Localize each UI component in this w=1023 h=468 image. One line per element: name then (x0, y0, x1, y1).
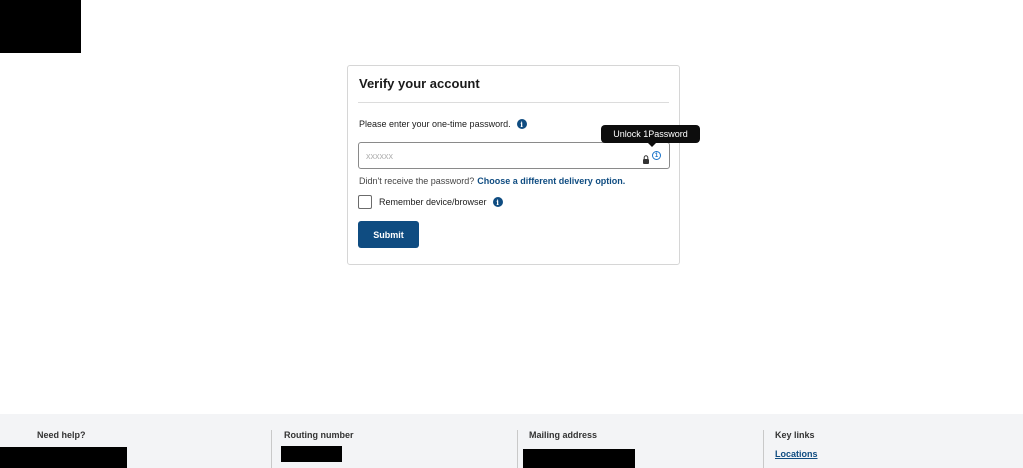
otp-prompt-text: Please enter your one-time password. (359, 119, 511, 129)
unlock-1password-tooltip: Unlock 1Password (601, 125, 700, 147)
verify-account-card: Verify your account Please enter your on… (347, 65, 680, 265)
footer-divider (517, 430, 518, 468)
redacted-routing-number (281, 446, 342, 462)
otp-prompt: Please enter your one-time password. i (359, 119, 527, 129)
resend-text: Didn't receive the password? (359, 176, 475, 186)
page: Verify your account Please enter your on… (0, 0, 1023, 468)
card-title: Verify your account (359, 76, 480, 91)
redacted-phone (0, 447, 127, 468)
footer: Need help? Routing number Mailing addres… (0, 414, 1023, 468)
info-icon[interactable]: i (492, 197, 503, 207)
footer-heading-key-links: Key links (775, 430, 815, 440)
footer-heading-routing: Routing number (284, 430, 354, 440)
redacted-logo (0, 0, 81, 53)
redacted-mailing-address (523, 449, 635, 468)
card-divider (358, 102, 669, 103)
footer-heading-mailing: Mailing address (529, 430, 598, 440)
footer-heading-need-help: Need help? (37, 430, 86, 440)
otp-field: 1 (358, 142, 670, 169)
resend-row: Didn't receive the password? Choose a dif… (359, 176, 625, 186)
footer-divider (271, 430, 272, 468)
footer-link-locations[interactable]: Locations (775, 449, 818, 459)
different-delivery-link[interactable]: Choose a different delivery option. (477, 176, 625, 186)
lock-icon[interactable] (642, 151, 650, 164)
remember-device-row[interactable]: Remember device/browser i (358, 195, 503, 209)
info-icon[interactable]: i (516, 119, 527, 129)
footer-divider (763, 430, 764, 468)
submit-button[interactable]: Submit (358, 221, 419, 248)
password-manager-icons[interactable]: 1 (642, 151, 661, 164)
remember-device-checkbox[interactable] (358, 195, 372, 209)
1password-icon[interactable]: 1 (652, 151, 661, 160)
remember-device-label[interactable]: Remember device/browser (379, 197, 487, 207)
otp-input[interactable] (359, 143, 629, 168)
